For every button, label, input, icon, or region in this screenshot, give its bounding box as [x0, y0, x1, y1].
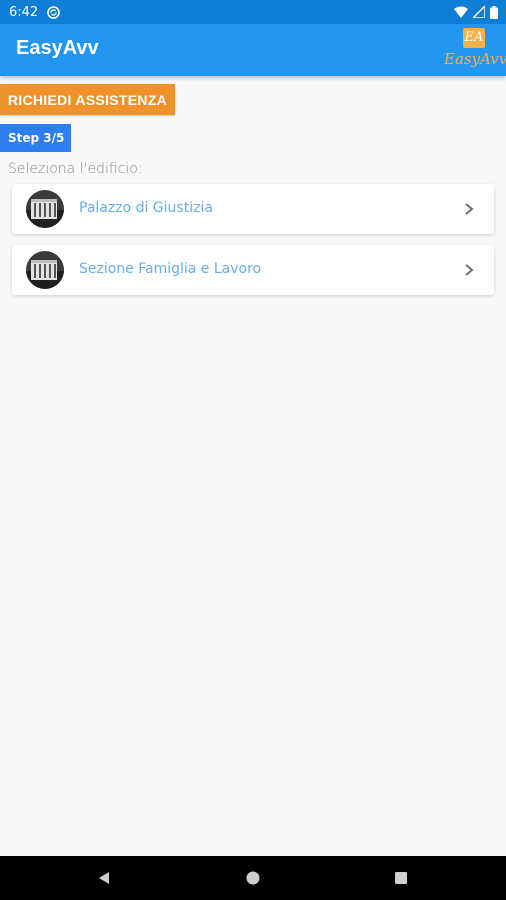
building-photo-icon [26, 190, 64, 228]
wifi-icon [454, 6, 468, 18]
navigation-bar [0, 856, 506, 900]
status-time: 6:42 [9, 4, 39, 20]
chevron-right-icon [465, 264, 474, 276]
status-right [454, 5, 498, 19]
building-item[interactable]: Palazzo di Giustizia [12, 184, 494, 234]
home-icon[interactable] [245, 870, 261, 886]
request-assistance-button[interactable]: RICHIEDI ASSISTENZA [0, 84, 175, 115]
signal-icon [473, 6, 485, 18]
back-icon[interactable] [96, 870, 112, 886]
status-left: 6:42 [9, 4, 61, 20]
recents-icon[interactable] [393, 870, 409, 886]
battery-icon [490, 5, 498, 19]
app-title: EasyAvv [16, 37, 99, 59]
building-name: Sezione Famiglia e Lavoro [79, 261, 262, 277]
sync-icon [47, 5, 61, 19]
chevron-right-icon [465, 203, 474, 215]
section-label: Seleziona l'edificio: [8, 161, 143, 177]
app-bar: EasyAvv EA EasyAvv [0, 24, 506, 76]
building-photo-icon [26, 251, 64, 289]
logo-icon: EA [463, 28, 485, 48]
step-badge: Step 3/5 [0, 124, 71, 152]
status-bar: 6:42 [0, 0, 506, 24]
building-item[interactable]: Sezione Famiglia e Lavoro [12, 245, 494, 295]
logo-text: EasyAvv [444, 50, 506, 68]
building-name: Palazzo di Giustizia [79, 200, 213, 216]
